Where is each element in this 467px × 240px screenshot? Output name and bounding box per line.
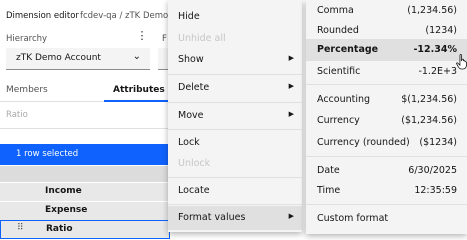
caret-right-icon: ▶ — [288, 212, 294, 220]
submenu-divider — [306, 156, 467, 157]
ratio-input[interactable]: Ratio — [0, 103, 170, 129]
selection-bar: 1 row selected — [0, 144, 170, 165]
menu-item-move[interactable]: Move ▶ — [168, 104, 302, 128]
row-label: Expense — [45, 205, 88, 215]
format-name: Time — [317, 185, 341, 196]
menu-item-hide[interactable]: Hide — [168, 5, 302, 29]
menu-divider — [168, 74, 302, 75]
format-name: Currency — [317, 115, 360, 126]
format-option-time[interactable]: Time 12:35:59 — [306, 180, 467, 202]
overflow-menu-icon[interactable]: ⋮ — [136, 29, 148, 42]
menu-item-delete[interactable]: Delete ▶ — [168, 76, 302, 100]
format-sample: 12:35:59 — [414, 185, 457, 196]
format-sample: $(1,234.56) — [401, 94, 457, 105]
menu-item-label: Show — [178, 54, 204, 65]
caret-right-icon: ▶ — [288, 110, 294, 118]
hand-cursor-icon — [456, 54, 467, 70]
menu-item-show[interactable]: Show ▶ — [168, 48, 302, 72]
grid-header — [0, 166, 170, 182]
menu-divider — [168, 129, 302, 130]
format-name: Currency (rounded) — [317, 137, 410, 148]
menu-divider — [168, 204, 302, 205]
breadcrumb[interactable]: fcdev-qa / zTK Demo Account — [80, 11, 168, 21]
format-option-custom[interactable]: Custom format — [306, 208, 467, 230]
format-name: Rounded — [317, 25, 359, 36]
format-name: Percentage — [317, 44, 379, 55]
format-sample: (1234) — [425, 25, 457, 36]
format-sample: (1,234.56) — [407, 5, 457, 16]
hierarchy-select[interactable]: zTK Demo Account ⌄ — [6, 48, 150, 70]
menu-item-unlock: Unlock — [168, 152, 302, 176]
context-menu: Hide Unhide all Show ▶ Delete ▶ Move ▶ L… — [168, 0, 302, 232]
tab-members[interactable]: Members — [6, 85, 48, 95]
row-label: Ratio — [46, 224, 73, 234]
caret-right-icon: ▶ — [288, 54, 294, 62]
table-row[interactable]: Expense — [0, 201, 170, 220]
second-field-input[interactable] — [158, 48, 168, 70]
selection-count: 1 row selected — [16, 149, 79, 159]
menu-item-label: Hide — [178, 11, 200, 22]
editor-header: Dimension editor fcdev-qa / zTK Demo Acc… — [0, 0, 170, 32]
menu-item-label: Move — [178, 110, 204, 121]
format-sample: -1.2E+3 — [418, 66, 457, 77]
editor-title: Dimension editor — [6, 11, 79, 21]
row-label: Income — [45, 186, 82, 196]
active-tab-indicator — [104, 100, 168, 102]
submenu-divider — [306, 84, 467, 85]
format-option-accounting[interactable]: Accounting $(1,234.56) — [306, 89, 467, 111]
format-name: Comma — [317, 5, 354, 16]
format-option-date[interactable]: Date 6/30/2025 — [306, 160, 467, 182]
format-name: Scientific — [317, 66, 361, 77]
menu-item-label: Locate — [178, 185, 210, 196]
submenu-divider — [306, 204, 467, 205]
table-row[interactable]: Income — [0, 182, 170, 201]
tab-attributes[interactable]: Attributes — [113, 85, 165, 95]
menu-item-format-values[interactable]: Format values ▶ — [168, 206, 302, 230]
menu-divider — [168, 177, 302, 178]
chevron-down-icon: ⌄ — [132, 51, 141, 62]
caret-right-icon: ▶ — [288, 82, 294, 90]
format-name: Custom format — [317, 213, 389, 224]
ratio-placeholder: Ratio — [6, 110, 28, 120]
table-row-selected[interactable]: ⠿ Ratio — [0, 220, 170, 239]
menu-item-label: Unhide all — [178, 33, 226, 44]
format-option-currency[interactable]: Currency ($1,234.56) — [306, 110, 467, 132]
format-sample: ($1,234.56) — [401, 115, 457, 126]
editor-tabs: Members Attributes — [0, 80, 170, 102]
hierarchy-label: Hierarchy — [6, 34, 48, 44]
format-values-submenu: Comma (1,234.56) Rounded (1234) Percenta… — [306, 0, 467, 234]
hierarchy-value: zTK Demo Account — [16, 53, 101, 63]
menu-item-locate[interactable]: Locate — [168, 179, 302, 203]
format-sample: ($1234) — [419, 137, 457, 148]
format-option-percentage[interactable]: Percentage -12.34% — [306, 39, 467, 61]
format-sample: -12.34% — [413, 44, 457, 55]
menu-item-label: Format values — [178, 212, 246, 223]
format-option-currency-rounded[interactable]: Currency (rounded) ($1234) — [306, 132, 467, 154]
format-sample: 6/30/2025 — [408, 165, 457, 176]
menu-item-label: Unlock — [178, 158, 211, 169]
format-name: Accounting — [317, 94, 371, 105]
format-name: Date — [317, 165, 340, 176]
menu-item-label: Lock — [178, 137, 200, 148]
menu-divider — [168, 102, 302, 103]
menu-item-label: Delete — [178, 82, 210, 93]
drag-handle-icon[interactable]: ⠿ — [17, 223, 24, 233]
format-option-scientific[interactable]: Scientific -1.2E+3 — [306, 61, 467, 83]
second-field-label: F — [162, 34, 167, 44]
format-option-comma[interactable]: Comma (1,234.56) — [306, 0, 467, 22]
